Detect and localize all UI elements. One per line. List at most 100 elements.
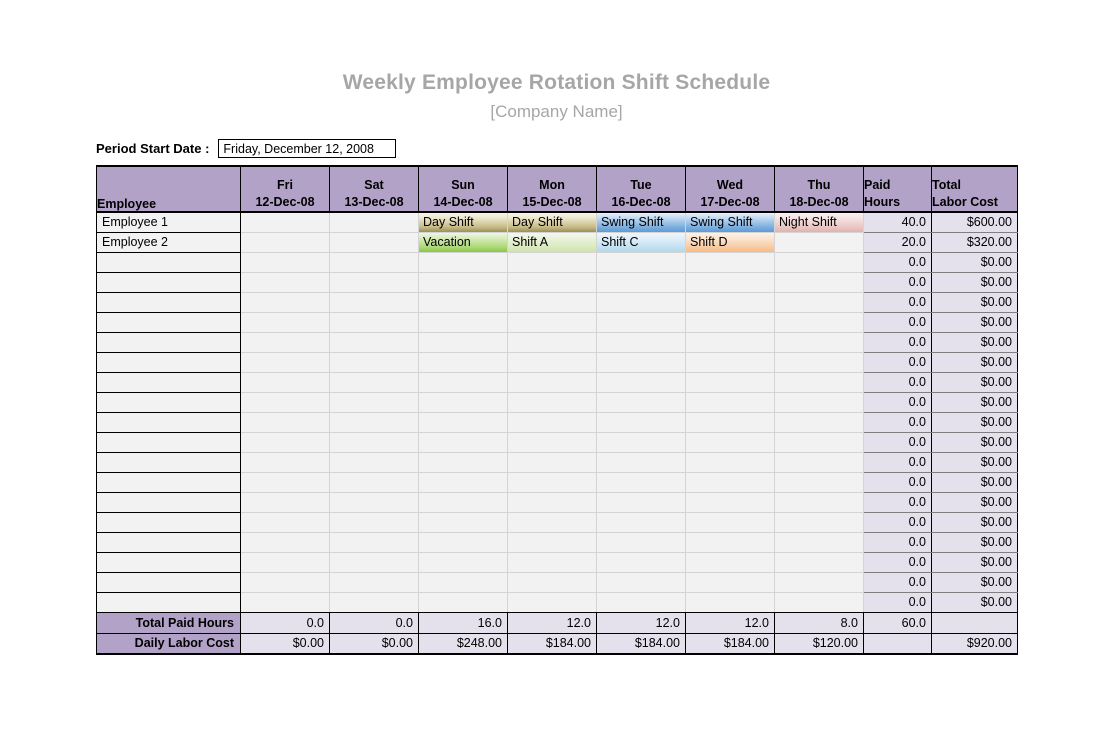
shift-cell[interactable]	[418, 392, 508, 413]
shift-cell[interactable]	[685, 512, 775, 533]
shift-cell[interactable]	[240, 292, 330, 313]
shift-cell[interactable]	[774, 272, 864, 293]
shift-cell[interactable]	[240, 212, 330, 233]
shift-cell[interactable]	[329, 412, 419, 433]
shift-cell[interactable]	[329, 532, 419, 553]
employee-name-cell[interactable]: Employee 2	[96, 232, 241, 253]
shift-cell[interactable]	[240, 572, 330, 593]
shift-cell[interactable]	[507, 392, 597, 413]
shift-cell[interactable]	[418, 432, 508, 453]
shift-cell[interactable]	[685, 572, 775, 593]
shift-cell[interactable]	[507, 372, 597, 393]
shift-cell[interactable]: Night Shift	[774, 212, 864, 233]
shift-cell[interactable]	[418, 572, 508, 593]
shift-cell[interactable]	[329, 232, 419, 253]
shift-cell[interactable]	[774, 292, 864, 313]
shift-cell[interactable]	[596, 292, 686, 313]
shift-cell[interactable]	[774, 372, 864, 393]
shift-cell[interactable]	[329, 492, 419, 513]
shift-cell[interactable]	[418, 472, 508, 493]
shift-cell[interactable]	[685, 452, 775, 473]
shift-cell[interactable]	[596, 332, 686, 353]
shift-cell[interactable]	[329, 392, 419, 413]
shift-cell[interactable]	[418, 552, 508, 573]
employee-name-cell[interactable]	[96, 472, 241, 493]
employee-name-cell[interactable]	[96, 572, 241, 593]
employee-name-cell[interactable]	[96, 412, 241, 433]
shift-cell[interactable]	[240, 392, 330, 413]
shift-cell[interactable]	[685, 312, 775, 333]
shift-cell[interactable]	[240, 332, 330, 353]
employee-name-cell[interactable]	[96, 372, 241, 393]
shift-cell[interactable]	[240, 372, 330, 393]
shift-cell[interactable]	[507, 332, 597, 353]
shift-cell[interactable]	[774, 432, 864, 453]
shift-cell[interactable]	[240, 312, 330, 333]
shift-cell[interactable]	[596, 352, 686, 373]
employee-name-cell[interactable]	[96, 292, 241, 313]
shift-cell[interactable]	[418, 332, 508, 353]
shift-cell[interactable]: Shift D	[685, 232, 775, 253]
shift-cell[interactable]	[774, 492, 864, 513]
shift-cell[interactable]	[685, 372, 775, 393]
employee-name-cell[interactable]	[96, 352, 241, 373]
shift-cell[interactable]	[507, 492, 597, 513]
shift-cell[interactable]	[685, 292, 775, 313]
shift-cell[interactable]	[240, 532, 330, 553]
shift-cell[interactable]	[596, 572, 686, 593]
shift-cell[interactable]	[596, 492, 686, 513]
employee-name-cell[interactable]: Employee 1	[96, 212, 241, 233]
shift-cell[interactable]	[329, 572, 419, 593]
shift-cell[interactable]	[329, 472, 419, 493]
employee-name-cell[interactable]	[96, 252, 241, 273]
shift-cell[interactable]	[685, 432, 775, 453]
shift-cell[interactable]	[329, 352, 419, 373]
shift-cell[interactable]: Swing Shift	[596, 212, 686, 233]
shift-cell[interactable]	[596, 372, 686, 393]
shift-cell[interactable]	[329, 452, 419, 473]
shift-cell[interactable]	[329, 312, 419, 333]
shift-cell[interactable]	[418, 312, 508, 333]
shift-cell[interactable]	[596, 532, 686, 553]
shift-cell[interactable]	[329, 292, 419, 313]
shift-cell[interactable]	[418, 532, 508, 553]
shift-cell[interactable]	[774, 352, 864, 373]
shift-cell[interactable]	[329, 272, 419, 293]
shift-cell[interactable]	[596, 452, 686, 473]
shift-cell[interactable]	[774, 592, 864, 613]
shift-cell[interactable]	[774, 232, 864, 253]
shift-cell[interactable]: Swing Shift	[685, 212, 775, 233]
shift-cell[interactable]	[329, 512, 419, 533]
shift-cell[interactable]	[240, 252, 330, 273]
shift-cell[interactable]	[240, 432, 330, 453]
shift-cell[interactable]	[507, 552, 597, 573]
shift-cell[interactable]	[685, 272, 775, 293]
shift-cell[interactable]	[240, 472, 330, 493]
employee-name-cell[interactable]	[96, 272, 241, 293]
shift-cell[interactable]	[329, 212, 419, 233]
shift-cell[interactable]	[507, 292, 597, 313]
shift-cell[interactable]	[596, 392, 686, 413]
shift-cell[interactable]	[418, 512, 508, 533]
shift-cell[interactable]: Day Shift	[418, 212, 508, 233]
shift-cell[interactable]	[507, 592, 597, 613]
shift-cell[interactable]	[774, 552, 864, 573]
shift-cell[interactable]	[685, 552, 775, 573]
employee-name-cell[interactable]	[96, 492, 241, 513]
shift-cell[interactable]	[596, 252, 686, 273]
shift-cell[interactable]	[596, 552, 686, 573]
shift-cell[interactable]	[685, 532, 775, 553]
shift-cell[interactable]	[507, 512, 597, 533]
employee-name-cell[interactable]	[96, 432, 241, 453]
shift-cell[interactable]	[329, 252, 419, 273]
shift-cell[interactable]	[774, 412, 864, 433]
shift-cell[interactable]	[774, 472, 864, 493]
shift-cell[interactable]	[240, 452, 330, 473]
shift-cell[interactable]	[507, 432, 597, 453]
shift-cell[interactable]	[685, 352, 775, 373]
employee-name-cell[interactable]	[96, 512, 241, 533]
shift-cell[interactable]	[418, 372, 508, 393]
shift-cell[interactable]	[329, 372, 419, 393]
shift-cell[interactable]	[240, 512, 330, 533]
shift-cell[interactable]	[240, 272, 330, 293]
